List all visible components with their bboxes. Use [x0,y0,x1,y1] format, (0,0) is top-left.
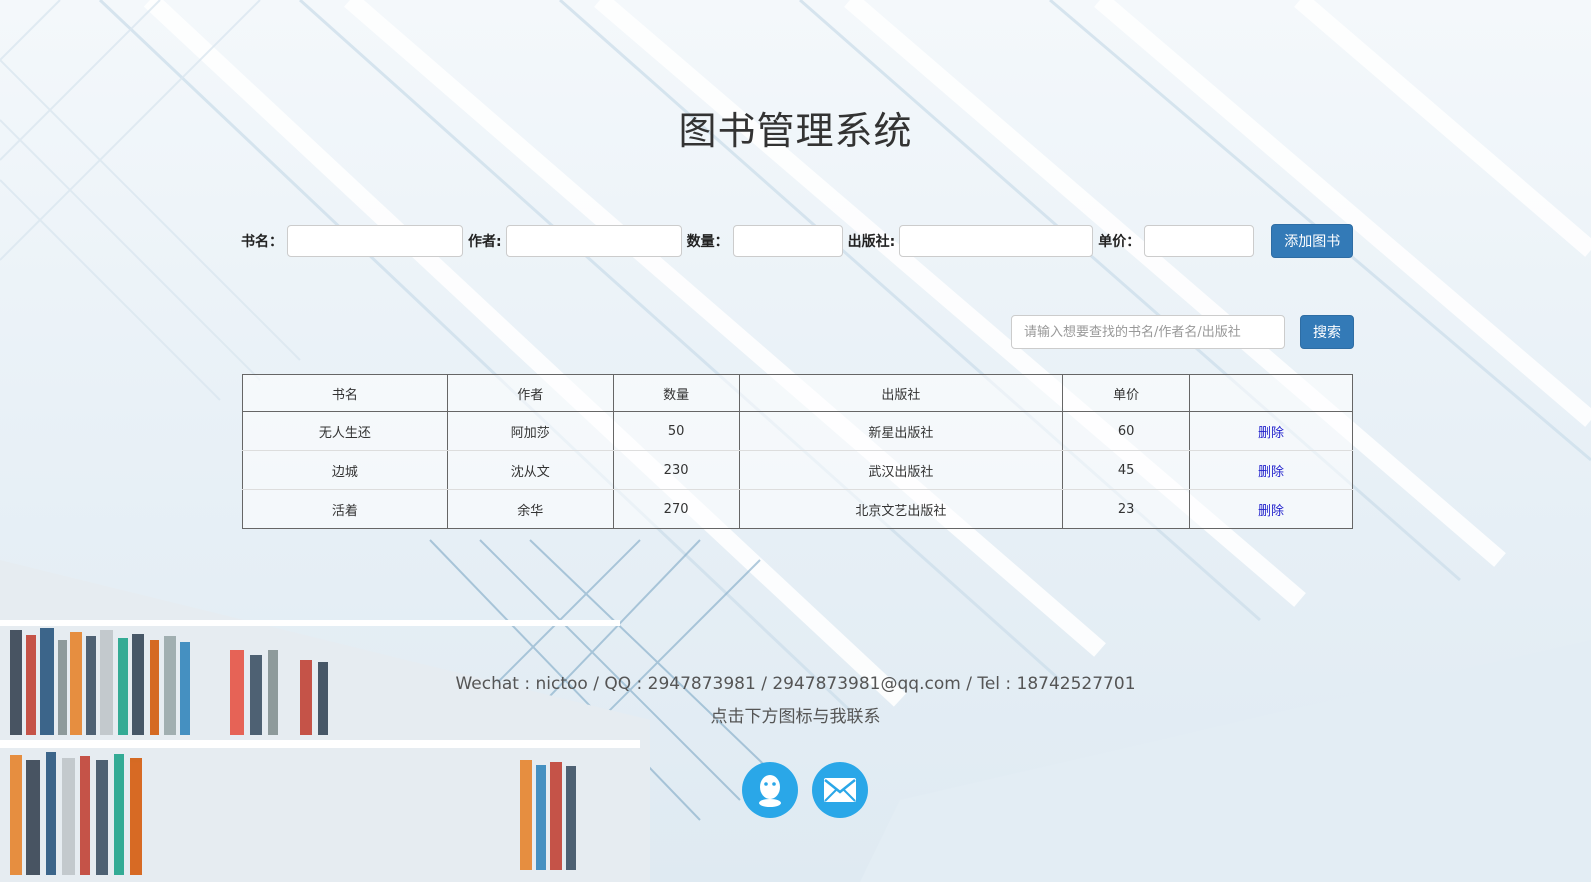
publisher-input[interactable] [899,225,1094,257]
cell-publisher: 新星出版社 [738,411,1064,451]
table-row: 无人生还 阿加莎 50 新星出版社 60 删除 [242,411,1353,451]
cell-quantity: 230 [612,450,740,490]
cell-quantity: 50 [612,411,740,451]
cell-book-name: 无人生还 [242,411,448,451]
add-book-button[interactable]: 添加图书 [1271,224,1354,258]
search-input[interactable] [1011,315,1285,349]
cell-action: 删除 [1189,411,1353,451]
qq-icon[interactable] [742,762,798,818]
cell-author: 阿加莎 [446,411,614,451]
mail-icon[interactable] [812,762,868,818]
search-button[interactable]: 搜索 [1300,315,1354,349]
cell-author: 沈从文 [446,450,614,490]
add-book-form: 书名： 作者: 数量： 出版社: 单价： 添加图书 [241,224,1354,258]
delete-link[interactable]: 删除 [1258,465,1284,480]
header-action [1189,374,1353,412]
quantity-input[interactable] [732,225,843,257]
footer: Wechat : nictoo / QQ : 2947873981 / 2947… [0,674,1591,727]
book-name-input[interactable] [287,225,463,257]
table-header-row: 书名 作者 数量 出版社 单价 [242,374,1353,412]
books-table: 书名 作者 数量 出版社 单价 无人生还 阿加莎 50 新星出版社 60 删除 … [242,374,1353,529]
publisher-label: 出版社: [847,234,896,250]
delete-link[interactable]: 删除 [1258,504,1284,519]
contact-hint: 点击下方图标与我联系 [710,707,881,727]
header-price: 单价 [1062,374,1191,412]
page-title: 图书管理系统 [678,109,913,153]
quantity-label: 数量： [686,234,729,250]
cell-book-name: 活着 [242,489,448,529]
delete-link[interactable]: 删除 [1258,426,1284,441]
table-row: 活着 余华 270 北京文艺出版社 23 删除 [242,489,1353,529]
table-row: 边城 沈从文 230 武汉出版社 45 删除 [242,450,1353,490]
search-bar: 搜索 [1011,315,1354,349]
header-book-name: 书名 [242,374,448,412]
author-input[interactable] [505,225,682,257]
contact-icons [742,762,868,818]
cell-book-name: 边城 [242,450,448,490]
book-name-label: 书名： [241,234,283,250]
cell-price: 60 [1062,411,1191,451]
cell-price: 23 [1062,489,1191,529]
header-publisher: 出版社 [738,374,1064,412]
cell-action: 删除 [1189,489,1353,529]
cell-publisher: 北京文艺出版社 [738,489,1064,529]
cell-quantity: 270 [612,489,740,529]
cell-action: 删除 [1189,450,1353,490]
price-label: 单价： [1098,234,1141,250]
header-author: 作者 [446,374,614,412]
header-quantity: 数量 [612,374,740,412]
price-input[interactable] [1144,225,1255,257]
author-label: 作者: [468,234,502,250]
cell-price: 45 [1062,450,1191,490]
cell-author: 余华 [446,489,614,529]
cell-publisher: 武汉出版社 [738,450,1064,490]
contact-info: Wechat : nictoo / QQ : 2947873981 / 2947… [455,674,1136,694]
